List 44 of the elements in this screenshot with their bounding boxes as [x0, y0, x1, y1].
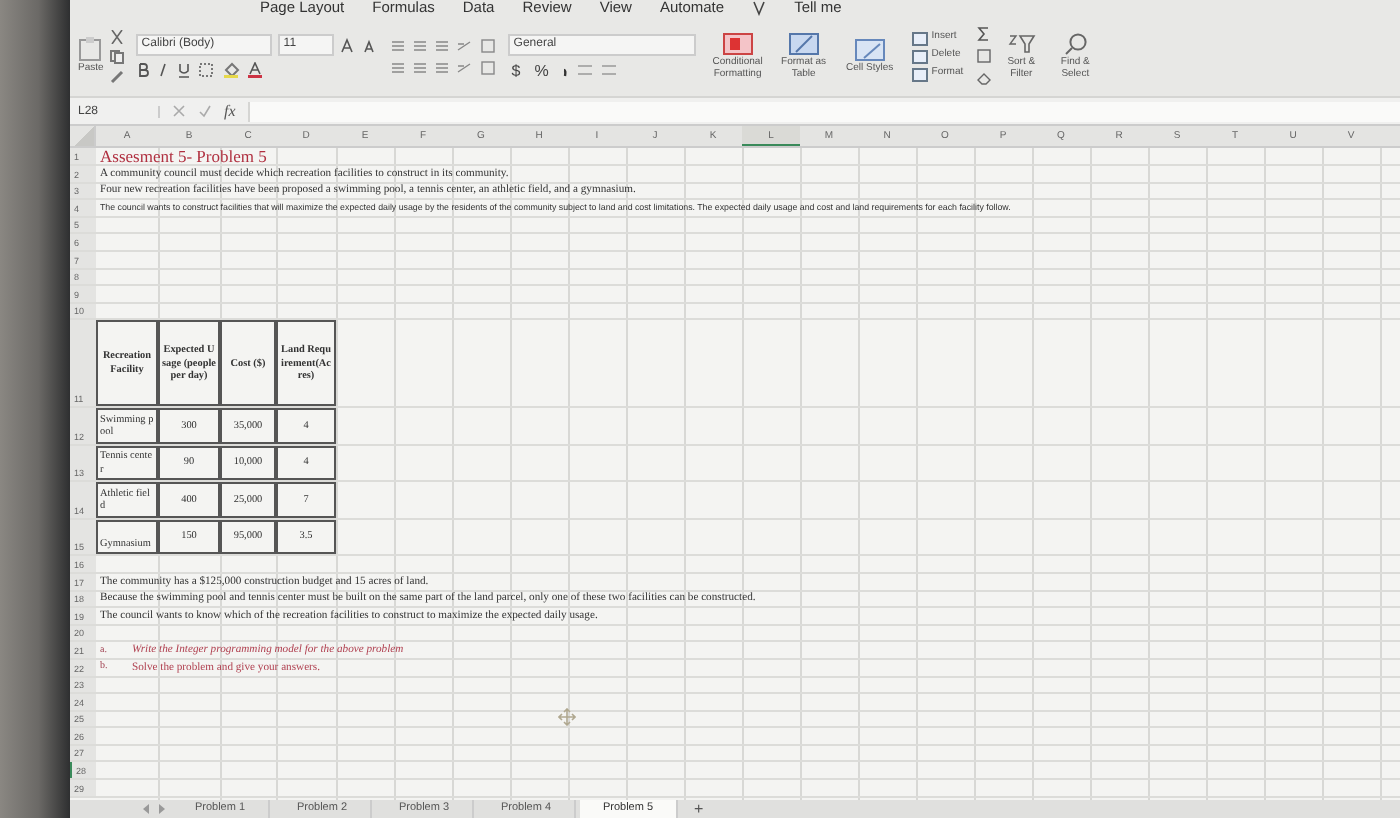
sheet-title: Assesment 5- Problem 5 [98, 147, 267, 165]
format-cells-icon[interactable] [911, 67, 928, 81]
align-icon[interactable] [433, 59, 450, 75]
copy-icon[interactable] [109, 49, 124, 63]
cell-styles-icon[interactable] [853, 37, 886, 62]
confirm-icon[interactable] [198, 104, 212, 118]
delete-cells-icon[interactable] [911, 49, 928, 63]
text-orientation-icon[interactable] [455, 37, 474, 53]
move-cursor-icon[interactable] [558, 708, 576, 726]
brush-icon[interactable] [109, 69, 124, 83]
function-button[interactable]: fx [224, 102, 236, 120]
cancel-icon[interactable] [172, 104, 186, 118]
merge-icon[interactable] [479, 59, 496, 75]
increase-font-icon[interactable] [339, 37, 356, 53]
align-icon[interactable] [433, 37, 450, 53]
formula-field[interactable] [247, 101, 1400, 121]
eraser-icon[interactable] [975, 70, 992, 86]
align-icon[interactable] [411, 59, 428, 75]
scissors-icon[interactable] [109, 29, 124, 43]
conditional-formatting-icon[interactable] [721, 32, 754, 56]
indent-icon[interactable] [455, 59, 474, 75]
fill-color-icon[interactable] [221, 62, 240, 78]
table-icon[interactable] [787, 32, 820, 56]
search-icon[interactable] [1061, 32, 1090, 56]
previous-sheet-icon[interactable] [140, 802, 152, 816]
sum-icon[interactable] [975, 26, 992, 42]
font-color-icon[interactable] [245, 62, 264, 78]
insert-cells-icon[interactable] [911, 31, 928, 45]
align-icon[interactable] [389, 37, 406, 53]
add-sheet-button[interactable]: + [682, 800, 716, 818]
italic-icon[interactable] [155, 62, 170, 78]
border-icon[interactable] [197, 62, 216, 78]
align-icon[interactable] [411, 37, 428, 53]
wrap-icon[interactable] [479, 37, 496, 53]
fill-icon[interactable] [975, 48, 992, 64]
next-sheet-icon[interactable] [156, 802, 168, 816]
decrease-font-icon[interactable] [361, 37, 378, 53]
sort-filter-icon[interactable] [1007, 32, 1036, 56]
bold-icon[interactable] [135, 62, 150, 78]
align-icon[interactable] [389, 59, 406, 75]
number-format-button[interactable]: $ [507, 61, 525, 79]
clipboard-icon[interactable] [78, 36, 103, 63]
number-format-button[interactable]: % [530, 61, 553, 79]
underline-icon[interactable] [175, 62, 192, 78]
